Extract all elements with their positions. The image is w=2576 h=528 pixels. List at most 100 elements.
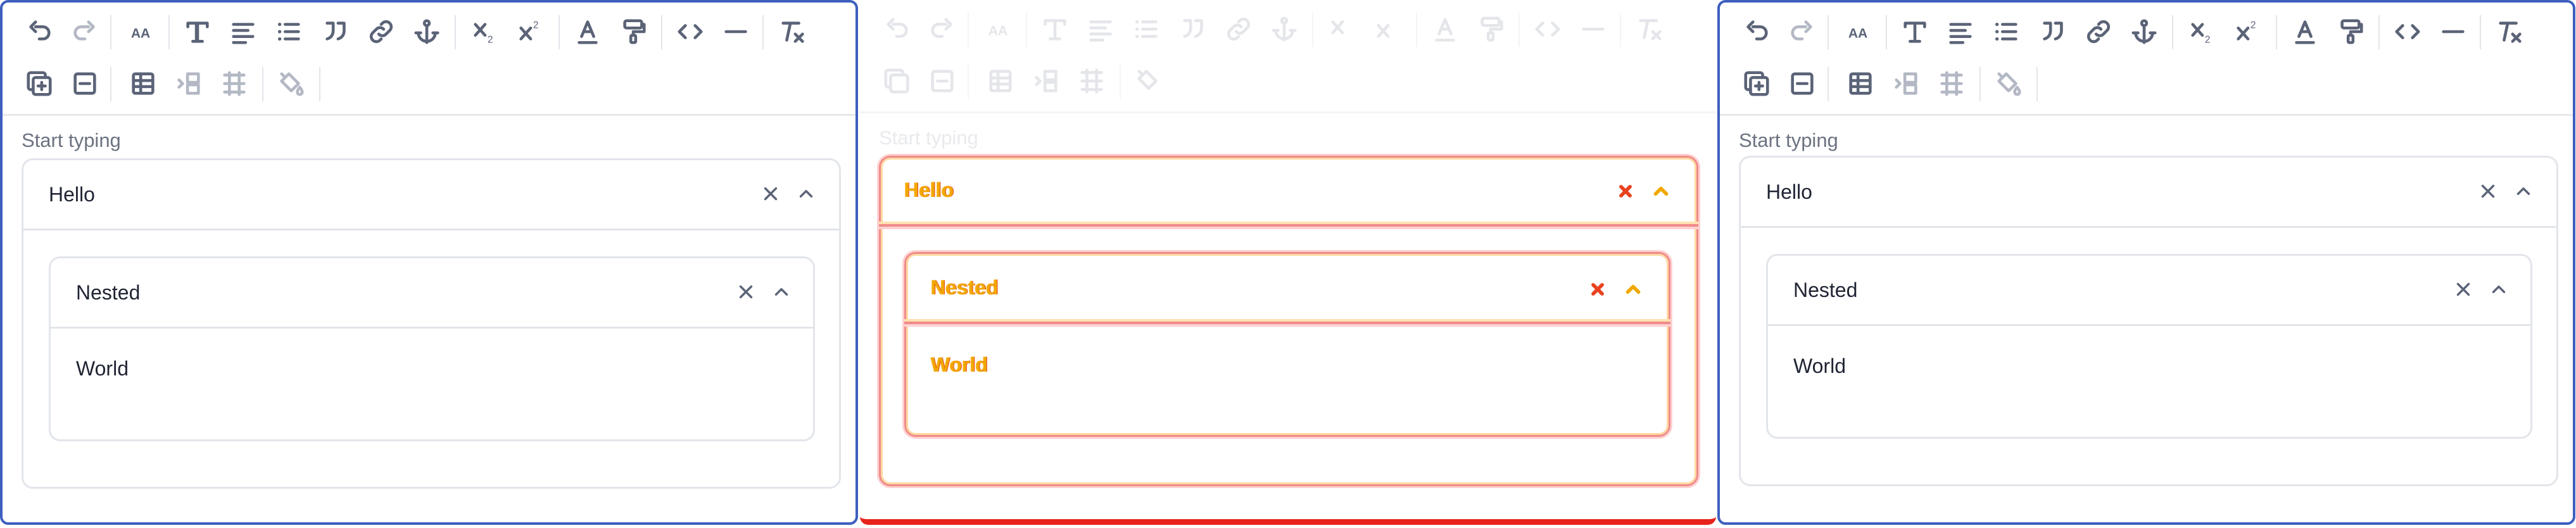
link-icon[interactable] xyxy=(366,16,396,47)
font-size-icon[interactable]: AA xyxy=(1845,16,1876,47)
editor-panel-left: AA 2 2 Start typing Hello Nested World xyxy=(0,0,858,525)
close-icon[interactable] xyxy=(758,181,783,206)
table-icon xyxy=(985,66,1016,96)
toolbar-separator xyxy=(110,15,111,49)
heading-icon[interactable] xyxy=(1900,16,1930,47)
align-icon[interactable] xyxy=(1945,16,1976,47)
add-row-icon[interactable] xyxy=(1936,68,1967,99)
font-size-icon[interactable]: AA xyxy=(128,16,158,47)
editor-panel-diff: AA Start typing Hello Nested World xyxy=(860,0,1716,525)
diff-accordion-title: Hello xyxy=(904,179,954,201)
add-column-icon[interactable] xyxy=(174,68,204,99)
accordion-outer[interactable]: Hello Nested World xyxy=(1739,156,2558,486)
accordion-header[interactable]: Hello xyxy=(23,160,839,230)
fill-color-icon xyxy=(1133,66,1164,96)
undo-icon[interactable] xyxy=(1741,16,1772,47)
bullet-list-icon[interactable] xyxy=(274,16,304,47)
text-color-icon[interactable] xyxy=(2290,16,2320,47)
undo-icon xyxy=(881,14,912,44)
text-color-icon[interactable] xyxy=(572,16,603,47)
text-color-icon xyxy=(1430,14,1460,44)
accordion-nested[interactable]: Nested World xyxy=(1766,254,2532,439)
toolbar-separator xyxy=(1120,65,1121,99)
accordion-nested-header[interactable]: Nested xyxy=(1768,256,2530,326)
blockquote-icon[interactable] xyxy=(2038,16,2068,47)
clear-format-icon[interactable] xyxy=(778,16,808,47)
accordion-nested-body[interactable]: World xyxy=(76,357,129,380)
toolbar-separator xyxy=(1828,67,1829,101)
remove-block-icon[interactable] xyxy=(1787,68,1817,99)
blockquote-icon[interactable] xyxy=(320,16,351,47)
chevron-up-icon[interactable] xyxy=(2486,277,2511,302)
toolbar-separator xyxy=(1518,13,1520,47)
editor-panel-right: AA 2 2 Start typing Hello Nested World xyxy=(1717,0,2575,525)
comparison-stage: AA 2 2 Start typing Hello Nested World A… xyxy=(0,0,2576,528)
accordion-nested[interactable]: Nested World xyxy=(49,256,815,441)
blockquote-icon xyxy=(1178,14,1208,44)
accordion-nested-title[interactable]: Nested xyxy=(1793,279,1857,302)
accordion-header[interactable]: Hello xyxy=(1741,158,2556,228)
undo-icon[interactable] xyxy=(24,16,54,47)
diff-header-divider xyxy=(879,224,1698,227)
redo-icon[interactable] xyxy=(1787,16,1817,47)
table-icon[interactable] xyxy=(128,68,158,99)
fill-color-icon[interactable] xyxy=(276,68,306,99)
placeholder-label: Start typing xyxy=(1739,129,1838,151)
diff-nested-divider xyxy=(904,322,1670,324)
horizontal-rule-icon[interactable] xyxy=(721,16,751,47)
chevron-up-icon[interactable] xyxy=(769,279,794,305)
superscript-icon[interactable]: 2 xyxy=(2233,16,2263,47)
horizontal-rule-icon[interactable] xyxy=(2438,16,2468,47)
diff-close-icon xyxy=(1587,279,1608,300)
highlight-icon[interactable] xyxy=(2335,16,2366,47)
subscript-icon xyxy=(1327,14,1358,44)
redo-icon[interactable] xyxy=(70,16,100,47)
svg-text:2: 2 xyxy=(2205,34,2211,45)
link-icon xyxy=(1223,14,1254,44)
subscript-icon[interactable]: 2 xyxy=(2187,16,2218,47)
bullet-list-icon[interactable] xyxy=(1991,16,2021,47)
clear-format-icon[interactable] xyxy=(2495,16,2525,47)
toolbar-separator xyxy=(319,67,320,101)
fill-color-icon[interactable] xyxy=(1993,68,2024,99)
add-block-icon[interactable] xyxy=(1741,68,1772,99)
add-column-icon[interactable] xyxy=(1891,68,1921,99)
anchor-icon[interactable] xyxy=(2129,16,2159,47)
diff-nested-body: World xyxy=(931,353,988,376)
highlight-icon[interactable] xyxy=(618,16,648,47)
toolbar-separator xyxy=(1026,13,1027,47)
superscript-icon[interactable]: 2 xyxy=(515,16,546,47)
close-icon[interactable] xyxy=(733,279,759,305)
diff-chevron-up-icon xyxy=(1650,180,1672,202)
add-block-icon[interactable] xyxy=(24,68,54,99)
accordion-nested-title[interactable]: Nested xyxy=(76,281,140,305)
toolbar-separator xyxy=(559,15,560,49)
link-icon[interactable] xyxy=(2083,16,2114,47)
editor-toolbar: AA 2 2 xyxy=(3,3,856,116)
add-row-icon[interactable] xyxy=(219,68,249,99)
align-icon[interactable] xyxy=(228,16,258,47)
editor-toolbar: AA 2 2 xyxy=(1720,3,2573,116)
close-icon[interactable] xyxy=(2475,179,2501,204)
remove-block-icon[interactable] xyxy=(70,68,100,99)
chevron-up-icon[interactable] xyxy=(793,181,819,206)
anchor-icon[interactable] xyxy=(412,16,442,47)
accordion-nested-header[interactable]: Nested xyxy=(51,258,813,329)
accordion-outer[interactable]: Hello Nested World xyxy=(22,158,841,489)
table-icon[interactable] xyxy=(1845,68,1876,99)
diff-accordion-nested xyxy=(904,252,1670,437)
chevron-up-icon[interactable] xyxy=(2511,179,2536,204)
close-icon[interactable] xyxy=(2451,277,2476,302)
bullet-list-icon xyxy=(1131,14,1161,44)
code-icon[interactable] xyxy=(2392,16,2423,47)
diff-chevron-up-icon xyxy=(1622,279,1644,300)
accordion-nested-body[interactable]: World xyxy=(1793,355,1846,378)
code-icon[interactable] xyxy=(675,16,705,47)
redo-icon xyxy=(927,14,957,44)
accordion-title[interactable]: Hello xyxy=(1766,180,1812,204)
heading-icon[interactable] xyxy=(182,16,213,47)
subscript-icon[interactable]: 2 xyxy=(470,16,500,47)
accordion-title[interactable]: Hello xyxy=(49,183,95,206)
add-block-icon xyxy=(881,66,912,96)
add-column-icon xyxy=(1031,66,1061,96)
